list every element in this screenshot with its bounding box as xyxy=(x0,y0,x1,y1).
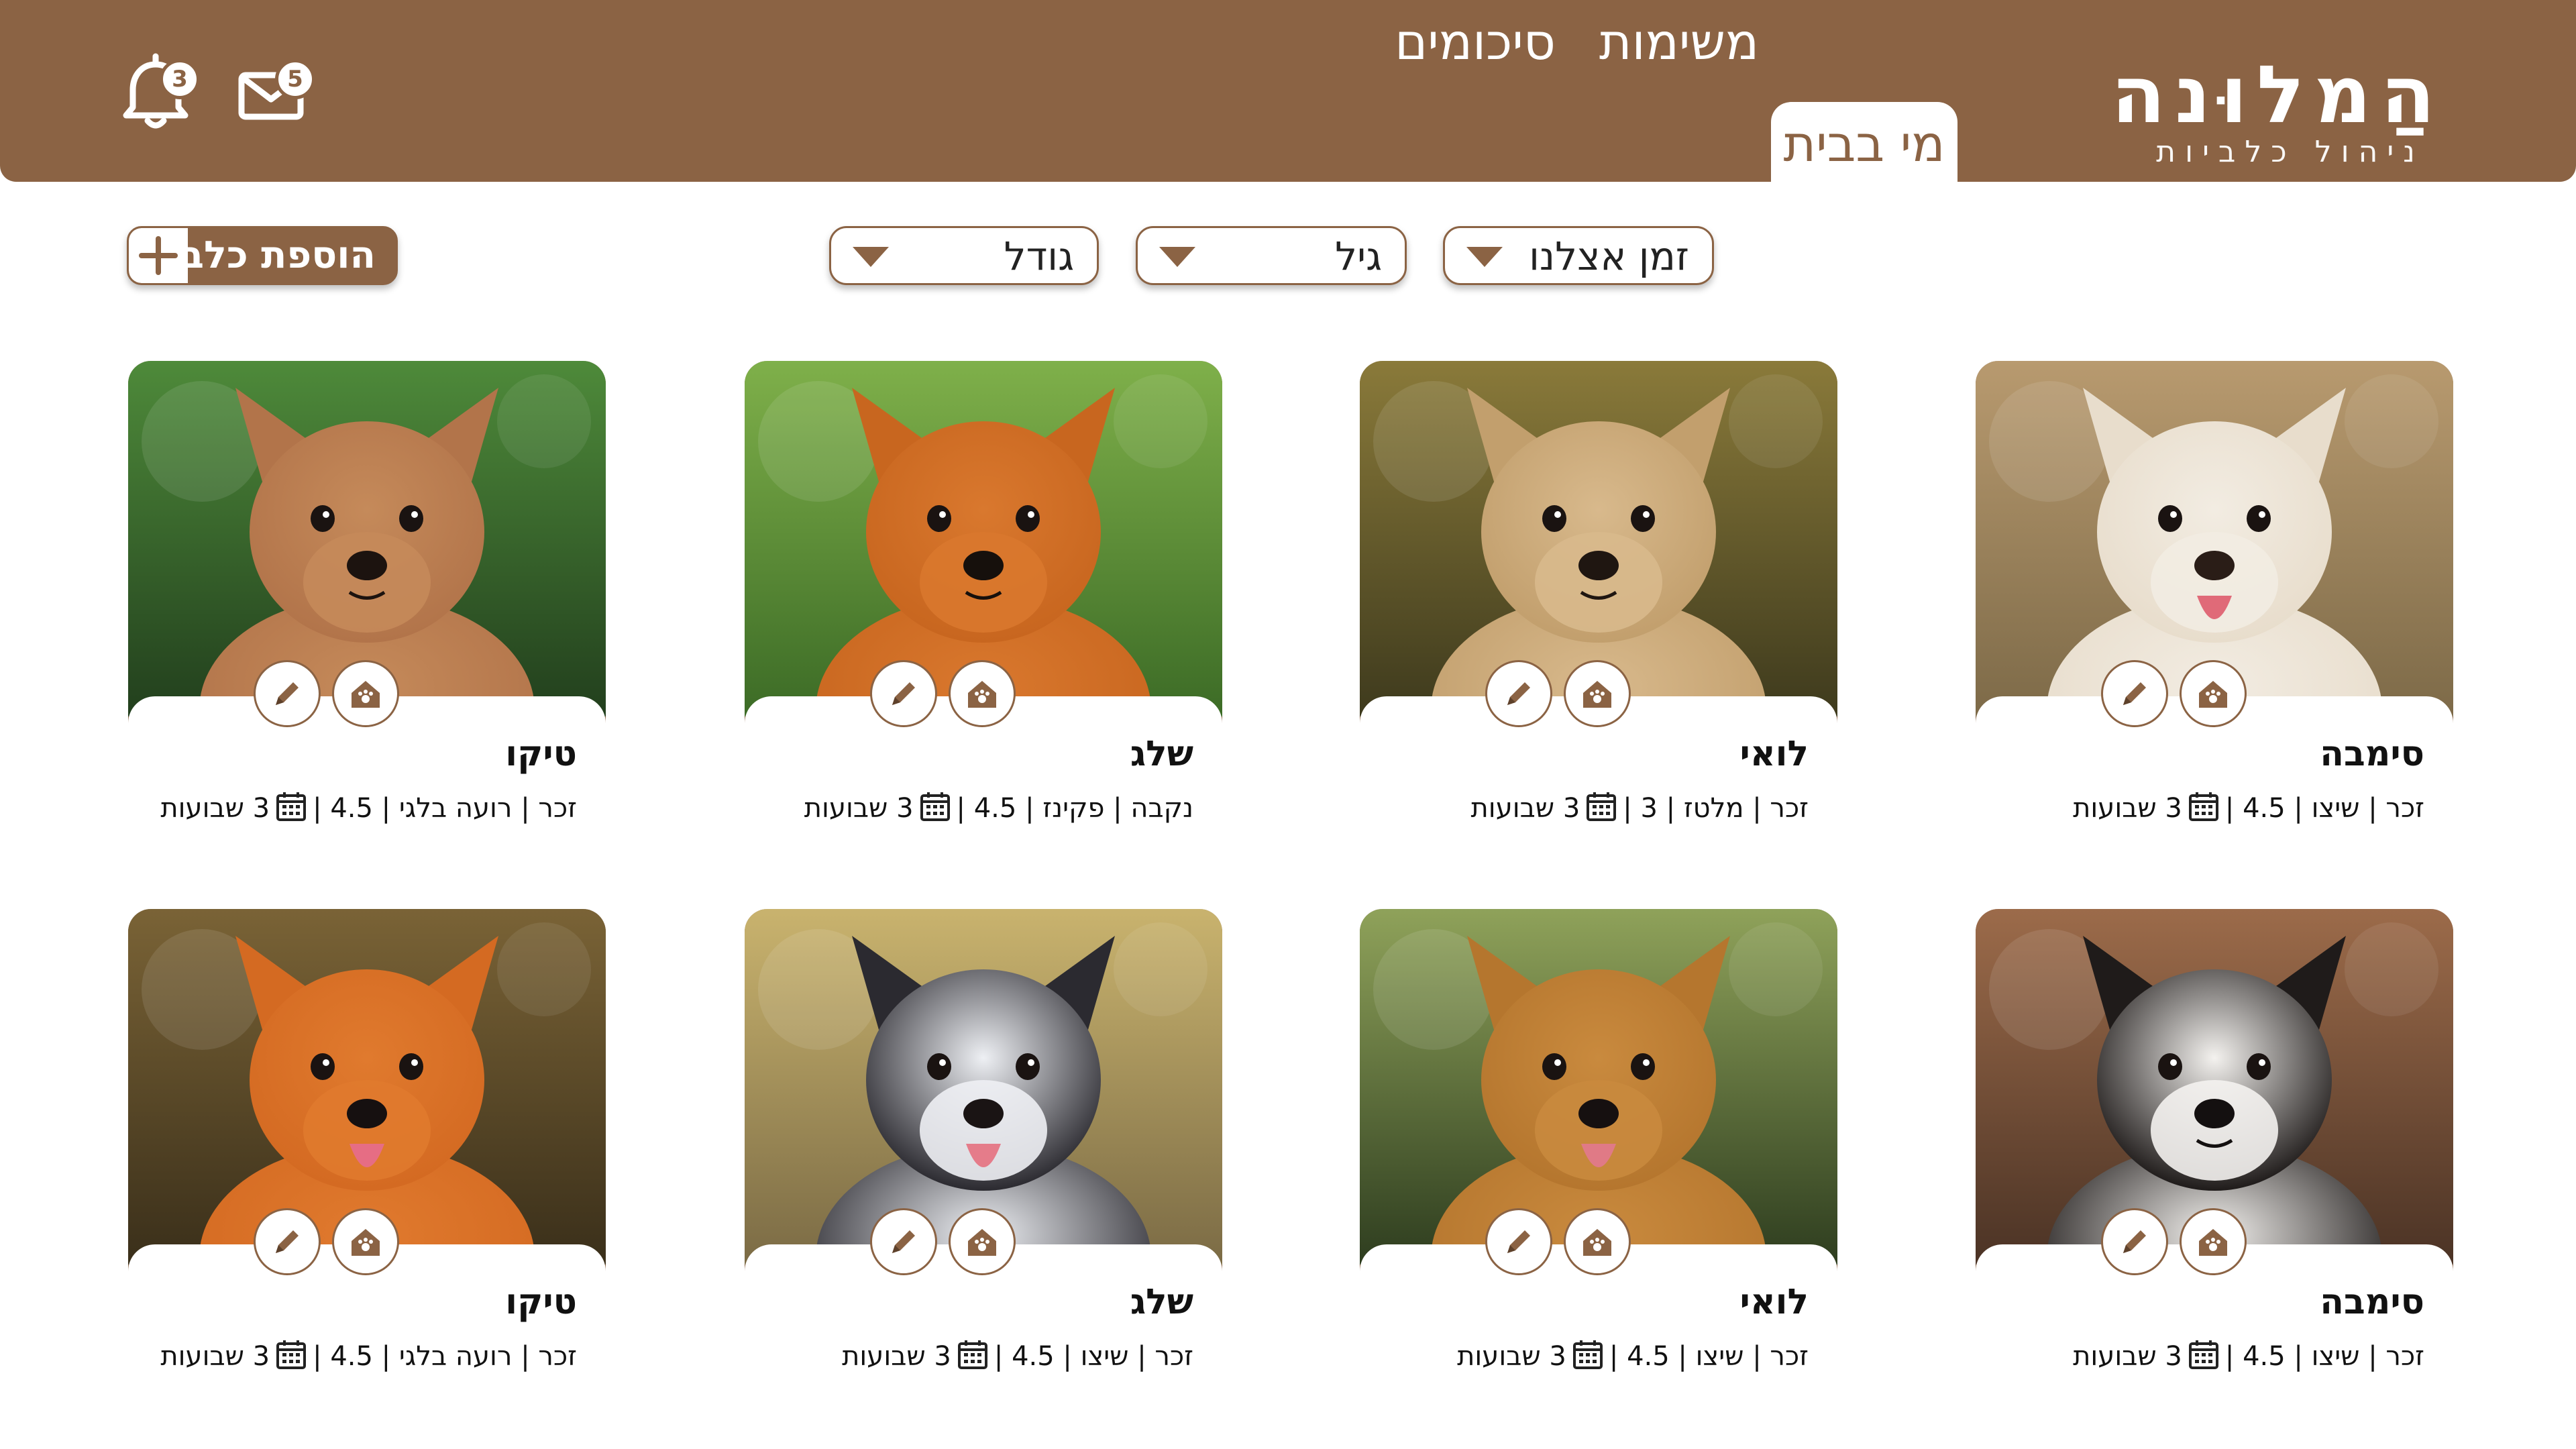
dog-house-button[interactable] xyxy=(949,660,1016,727)
dog-stay-duration: 3 שבועות xyxy=(2073,1341,2182,1372)
triangle-down-icon xyxy=(853,247,889,267)
messages-button[interactable]: 5 xyxy=(227,46,321,140)
dog-details: זכר | רועה בלגי | 4.5 | 3 שבועות xyxy=(160,1338,577,1373)
calendar-icon xyxy=(1587,792,1617,821)
dog-stay-duration: 3 שבועות xyxy=(2073,793,2182,824)
triangle-down-icon xyxy=(1466,247,1503,267)
edit-dog-button[interactable] xyxy=(870,1208,937,1275)
age-filter-label: גיל xyxy=(1335,233,1382,279)
add-dog-button[interactable]: הוספת כלב xyxy=(127,226,398,285)
dog-card[interactable]: טיקו זכר | רועה בלגי | 4.5 | 3 שבועות xyxy=(128,361,606,827)
edit-dog-button[interactable] xyxy=(254,1208,321,1275)
calendar-icon xyxy=(2188,1340,2218,1369)
logo: הַמלוּנה ניהול כלביות xyxy=(2111,48,2445,169)
dog-attributes: זכר | שיצו | 4.5 | xyxy=(994,1341,1193,1372)
dog-stay-duration: 3 שבועות xyxy=(1457,1341,1566,1372)
top-bar: 3 5 סיכומים משימות מי בבית הַמלוּנה ניהו… xyxy=(0,0,2576,182)
dog-house-button[interactable] xyxy=(2180,660,2247,727)
dog-details: זכר | שיצו | 4.5 | 3 שבועות xyxy=(842,1338,1193,1373)
dog-name: סימבה xyxy=(2320,1282,2424,1322)
dog-card[interactable]: לואי זכר | שיצו | 4.5 | 3 שבועות xyxy=(1360,909,1837,1375)
messages-badge: 5 xyxy=(275,59,315,99)
dog-attributes: זכר | רועה בלגי | 4.5 | xyxy=(313,793,577,824)
dog-stay-duration: 3 שבועות xyxy=(842,1341,951,1372)
app-root: 3 5 סיכומים משימות מי בבית הַמלוּנה ניהו… xyxy=(0,0,2576,1449)
dog-house-button[interactable] xyxy=(949,1208,1016,1275)
tab-summaries[interactable]: סיכומים xyxy=(1387,0,1563,80)
edit-dog-button[interactable] xyxy=(1485,1208,1552,1275)
dog-attributes: זכר | מלטז | 3 | xyxy=(1623,793,1809,824)
dog-details: זכר | שיצו | 4.5 | 3 שבועות xyxy=(1457,1338,1809,1373)
tab-who-is-home[interactable]: מי בבית xyxy=(1771,102,1957,182)
dog-house-button[interactable] xyxy=(332,660,399,727)
dog-attributes: נקבה | פקינז | 4.5 | xyxy=(956,793,1193,824)
dog-details: נקבה | פקינז | 4.5 | 3 שבועות xyxy=(804,790,1193,825)
size-filter-dropdown[interactable]: גודל xyxy=(829,226,1099,285)
tab-tasks[interactable]: משימות xyxy=(1582,0,1776,80)
dog-stay-duration: 3 שבועות xyxy=(160,793,270,824)
dog-name: שלג xyxy=(1130,734,1193,774)
dog-name: לואי xyxy=(1739,1282,1809,1322)
triangle-down-icon xyxy=(1159,247,1195,267)
dog-name: שלג xyxy=(1130,1282,1193,1322)
edit-dog-button[interactable] xyxy=(2101,1208,2168,1275)
dog-card[interactable]: סימבה זכר | שיצו | 4.5 | 3 שבועות xyxy=(1976,361,2453,827)
calendar-icon xyxy=(920,792,950,821)
add-dog-label: הוספת כלב xyxy=(180,233,376,277)
calendar-icon xyxy=(276,792,307,821)
dog-details: זכר | רועה בלגי | 4.5 | 3 שבועות xyxy=(160,790,577,825)
size-filter-label: גודל xyxy=(1004,233,1074,279)
dog-attributes: זכר | שיצו | 4.5 | xyxy=(2224,1341,2424,1372)
dog-card[interactable]: שלג נקבה | פקינז | 4.5 | 3 שבועות xyxy=(745,361,1222,827)
dog-house-button[interactable] xyxy=(1564,660,1631,727)
stay-time-filter-dropdown[interactable]: זמן אצלנו xyxy=(1443,226,1714,285)
dog-attributes: זכר | שיצו | 4.5 | xyxy=(2224,793,2424,824)
dog-details: זכר | שיצו | 4.5 | 3 שבועות xyxy=(2073,1338,2424,1373)
stay-time-filter-label: זמן אצלנו xyxy=(1529,233,1689,279)
dog-name: לואי xyxy=(1739,734,1809,774)
dog-card[interactable]: שלג זכר | שיצו | 4.5 | 3 שבועות xyxy=(745,909,1222,1375)
dog-card[interactable]: לואי זכר | מלטז | 3 | 3 שבועות xyxy=(1360,361,1837,827)
dog-stay-duration: 3 שבועות xyxy=(804,793,914,824)
logo-title: הַמלוּנה xyxy=(2111,48,2445,141)
dog-card[interactable]: סימבה זכר | שיצו | 4.5 | 3 שבועות xyxy=(1976,909,2453,1375)
age-filter-dropdown[interactable]: גיל xyxy=(1136,226,1407,285)
edit-dog-button[interactable] xyxy=(254,660,321,727)
dog-stay-duration: 3 שבועות xyxy=(160,1341,270,1372)
edit-dog-button[interactable] xyxy=(1485,660,1552,727)
notifications-badge: 3 xyxy=(160,59,200,99)
dog-details: זכר | מלטז | 3 | 3 שבועות xyxy=(1471,790,1809,825)
dog-details: זכר | שיצו | 4.5 | 3 שבועות xyxy=(2073,790,2424,825)
calendar-icon xyxy=(1572,1340,1603,1369)
dog-attributes: זכר | שיצו | 4.5 | xyxy=(1609,1341,1809,1372)
dog-name: טיקו xyxy=(505,1282,577,1322)
plus-icon xyxy=(129,228,188,283)
dog-name: סימבה xyxy=(2320,734,2424,774)
dog-name: טיקו xyxy=(505,734,577,774)
notifications-button[interactable]: 3 xyxy=(109,46,203,140)
calendar-icon xyxy=(957,1340,987,1369)
calendar-icon xyxy=(276,1340,307,1369)
dog-stay-duration: 3 שבועות xyxy=(1470,793,1580,824)
dog-house-button[interactable] xyxy=(332,1208,399,1275)
logo-subtitle: ניהול כלביות xyxy=(2156,135,2424,169)
edit-dog-button[interactable] xyxy=(870,660,937,727)
dog-card[interactable]: טיקו זכר | רועה בלגי | 4.5 | 3 שבועות xyxy=(128,909,606,1375)
edit-dog-button[interactable] xyxy=(2101,660,2168,727)
dog-attributes: זכר | רועה בלגי | 4.5 | xyxy=(313,1341,577,1372)
calendar-icon xyxy=(2188,792,2218,821)
dog-house-button[interactable] xyxy=(2180,1208,2247,1275)
dog-house-button[interactable] xyxy=(1564,1208,1631,1275)
